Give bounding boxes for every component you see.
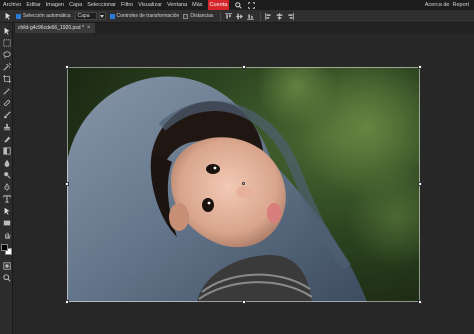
menu-archivo[interactable]: Archivo: [3, 0, 21, 10]
canvas-workspace[interactable]: [14, 33, 474, 334]
type-tool-icon[interactable]: [2, 194, 11, 203]
divider: [260, 11, 262, 21]
menu-filtro[interactable]: Filtro: [121, 0, 133, 10]
document-tab[interactable]: child-g4c96cde66_1920.psd * ×: [15, 23, 95, 33]
eraser-tool-icon[interactable]: [2, 134, 11, 143]
gradient-tool-icon[interactable]: [2, 146, 11, 155]
align-left-icon[interactable]: [264, 12, 272, 20]
close-icon[interactable]: ×: [87, 25, 91, 31]
transform-handle-top-right[interactable]: [418, 65, 422, 69]
document-tab-strip: child-g4c96cde66_1920.psd * ×: [14, 23, 474, 33]
fullscreen-icon[interactable]: [247, 1, 256, 10]
menu-cuenta[interactable]: Cuenta: [207, 0, 230, 10]
healing-tool-icon[interactable]: [2, 98, 11, 107]
auto-select-label: Selección automática: [23, 13, 71, 19]
transform-handle-bottom[interactable]: [242, 300, 246, 304]
transform-controls-label: Controles de transformación: [116, 13, 180, 19]
divider: [220, 11, 222, 21]
dodge-tool-icon[interactable]: [2, 170, 11, 179]
auto-select-checkbox[interactable]: [16, 13, 21, 19]
transform-controls-checkbox[interactable]: [109, 13, 115, 19]
transform-handle-bottom-right[interactable]: [418, 300, 422, 304]
menu-editar[interactable]: Editar: [26, 0, 40, 10]
clone-stamp-tool-icon[interactable]: [2, 122, 11, 131]
transform-handle-bottom-left[interactable]: [65, 300, 69, 304]
menu-bar: Archivo Editar Imagen Capa Seleccionar F…: [0, 0, 474, 10]
quick-mask-icon[interactable]: [2, 261, 11, 270]
hand-tool-icon[interactable]: [2, 230, 11, 239]
transform-handle-top-left[interactable]: [65, 65, 69, 69]
menu-about[interactable]: Acerca de: [425, 0, 450, 10]
options-bar: Selección automática Capa Controles de t…: [0, 10, 474, 23]
pen-tool-icon[interactable]: [2, 182, 11, 191]
align-top-icon[interactable]: [224, 12, 232, 20]
align-bottom-icon[interactable]: [246, 12, 254, 20]
menu-ventana[interactable]: Ventana: [167, 0, 187, 10]
brush-tool-icon[interactable]: [2, 110, 11, 119]
menu-visualizar[interactable]: Visualizar: [138, 0, 162, 10]
auto-select-target-dropdown[interactable]: Capa: [74, 12, 97, 20]
menu-mas[interactable]: Más: [192, 0, 202, 10]
magic-wand-tool-icon[interactable]: [2, 62, 11, 71]
menu-report[interactable]: Report: [452, 0, 469, 10]
foreground-color-swatch[interactable]: [1, 244, 8, 251]
distances-label: Distancias: [190, 13, 214, 19]
align-hcenter-icon[interactable]: [275, 12, 283, 20]
transform-handle-top[interactable]: [242, 65, 246, 69]
blur-tool-icon[interactable]: [2, 158, 11, 167]
zoom-tool-icon[interactable]: [2, 273, 11, 282]
path-select-tool-icon[interactable]: [2, 206, 11, 215]
document-tab-title: child-g4c96cde66_1920.psd *: [18, 25, 84, 31]
tools-panel: [0, 23, 13, 334]
menu-capa[interactable]: Capa: [69, 0, 82, 10]
align-right-icon[interactable]: [286, 12, 294, 20]
marquee-tool-icon[interactable]: [2, 38, 11, 47]
crop-tool-icon[interactable]: [2, 74, 11, 83]
chevron-down-icon[interactable]: [98, 12, 106, 20]
distances-checkbox[interactable]: [183, 13, 189, 19]
menu-imagen[interactable]: Imagen: [46, 0, 64, 10]
lasso-tool-icon[interactable]: [2, 50, 11, 59]
transform-center-point[interactable]: [242, 182, 245, 185]
align-vcenter-icon[interactable]: [235, 12, 243, 20]
eyedropper-tool-icon[interactable]: [2, 86, 11, 95]
shape-tool-icon[interactable]: [2, 218, 11, 227]
transform-handle-right[interactable]: [418, 182, 422, 186]
move-tool-icon[interactable]: [2, 26, 11, 35]
transform-handle-left[interactable]: [65, 182, 69, 186]
move-tool-indicator-icon: [2, 11, 13, 22]
menu-seleccionar[interactable]: Seleccionar: [87, 0, 116, 10]
search-icon[interactable]: [234, 1, 243, 10]
